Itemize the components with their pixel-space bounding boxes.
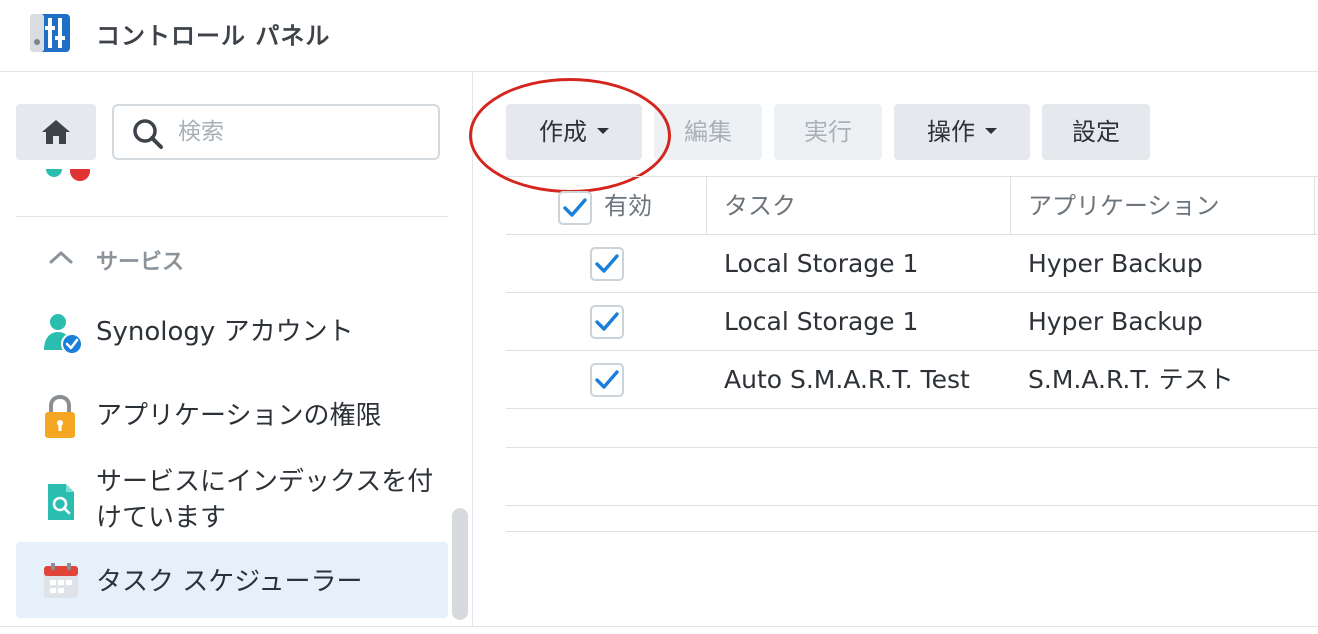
column-header-enabled[interactable]: 有効 xyxy=(604,177,652,235)
run-button-label: 実行 xyxy=(804,118,852,146)
search-field[interactable] xyxy=(112,104,440,160)
home-button[interactable] xyxy=(16,104,96,160)
run-button[interactable]: 実行 xyxy=(774,104,882,160)
column-header-task[interactable]: タスク xyxy=(724,177,796,235)
table-divider xyxy=(506,447,1318,448)
sidebar-item-app-permissions[interactable]: アプリケーションの権限 xyxy=(16,390,448,446)
column-separator[interactable] xyxy=(706,177,707,235)
search-input[interactable] xyxy=(178,116,418,148)
search-icon xyxy=(133,119,163,149)
task-name-cell: Auto S.M.A.R.T. Test xyxy=(724,365,970,394)
control-panel-window: コントロール パネル サービス xyxy=(0,0,1318,634)
lock-icon xyxy=(45,394,75,438)
column-separator[interactable] xyxy=(1010,177,1011,235)
sidebar: サービス Synology アカウント アプリケーションの権限 xyxy=(0,72,473,626)
section-header-label: サービス xyxy=(96,250,185,275)
settings-button[interactable]: 設定 xyxy=(1042,104,1150,160)
row-enabled-checkbox[interactable] xyxy=(590,247,624,281)
column-header-application[interactable]: アプリケーション xyxy=(1028,177,1220,235)
column-separator[interactable] xyxy=(1314,177,1315,235)
table-row[interactable]: Local Storage 1 Hyper Backup xyxy=(506,293,1318,351)
sidebar-item-synology-account[interactable]: Synology アカウント xyxy=(16,306,448,362)
table-row[interactable]: Auto S.M.A.R.T. Test S.M.A.R.T. テスト xyxy=(506,351,1318,409)
task-name-cell: Local Storage 1 xyxy=(724,307,919,336)
application-cell: Hyper Backup xyxy=(1028,307,1203,336)
row-enabled-checkbox[interactable] xyxy=(590,363,624,397)
sidebar-item-label: アプリケーションの権限 xyxy=(96,401,382,431)
checkmark-icon xyxy=(595,370,619,389)
caret-down-icon xyxy=(985,128,997,134)
row-enabled-checkbox[interactable] xyxy=(590,305,624,339)
application-cell: S.M.A.R.T. テスト xyxy=(1028,365,1234,394)
checkmark-icon xyxy=(595,312,619,331)
calendar-icon xyxy=(44,563,78,598)
task-name-cell: Local Storage 1 xyxy=(724,249,919,278)
sidebar-item-label: Synology アカウント xyxy=(96,317,354,347)
chevron-up-icon xyxy=(49,251,73,264)
title-bar: コントロール パネル xyxy=(0,0,1318,72)
sidebar-item-indexing-service[interactable]: サービスにインデックスを付けています xyxy=(16,462,448,540)
action-button[interactable]: 操作 xyxy=(894,104,1030,160)
window-bottom-border xyxy=(0,626,1318,627)
action-button-label: 操作 xyxy=(927,118,975,146)
table-divider xyxy=(506,505,1318,506)
main-panel: 作成 編集 実行 操作 設定 有効 タスク アプリケーション Local Sto… xyxy=(469,72,1318,626)
partial-app-icon xyxy=(44,168,92,182)
settings-button-label: 設定 xyxy=(1072,118,1120,146)
table-row[interactable]: Local Storage 1 Hyper Backup xyxy=(506,235,1318,293)
home-icon xyxy=(42,120,70,144)
select-all-checkbox[interactable] xyxy=(558,191,592,225)
sidebar-item-label: タスク スケジューラー xyxy=(96,567,363,597)
control-panel-icon xyxy=(28,12,74,54)
table-header: 有効 タスク アプリケーション xyxy=(506,176,1318,235)
window-title: コントロール パネル xyxy=(96,22,331,50)
sidebar-item-task-scheduler[interactable]: タスク スケジューラー xyxy=(16,542,448,618)
checkmark-icon xyxy=(595,254,619,273)
index-search-icon xyxy=(48,484,74,520)
table-divider xyxy=(506,531,1318,532)
checkmark-icon xyxy=(563,198,587,217)
sidebar-item-label: サービスにインデックスを付けています xyxy=(96,467,434,533)
sidebar-divider xyxy=(16,216,448,217)
synology-account-icon xyxy=(44,314,83,355)
application-cell: Hyper Backup xyxy=(1028,249,1203,278)
edit-button-label: 編集 xyxy=(684,118,732,146)
sidebar-scrollbar[interactable] xyxy=(452,508,468,620)
